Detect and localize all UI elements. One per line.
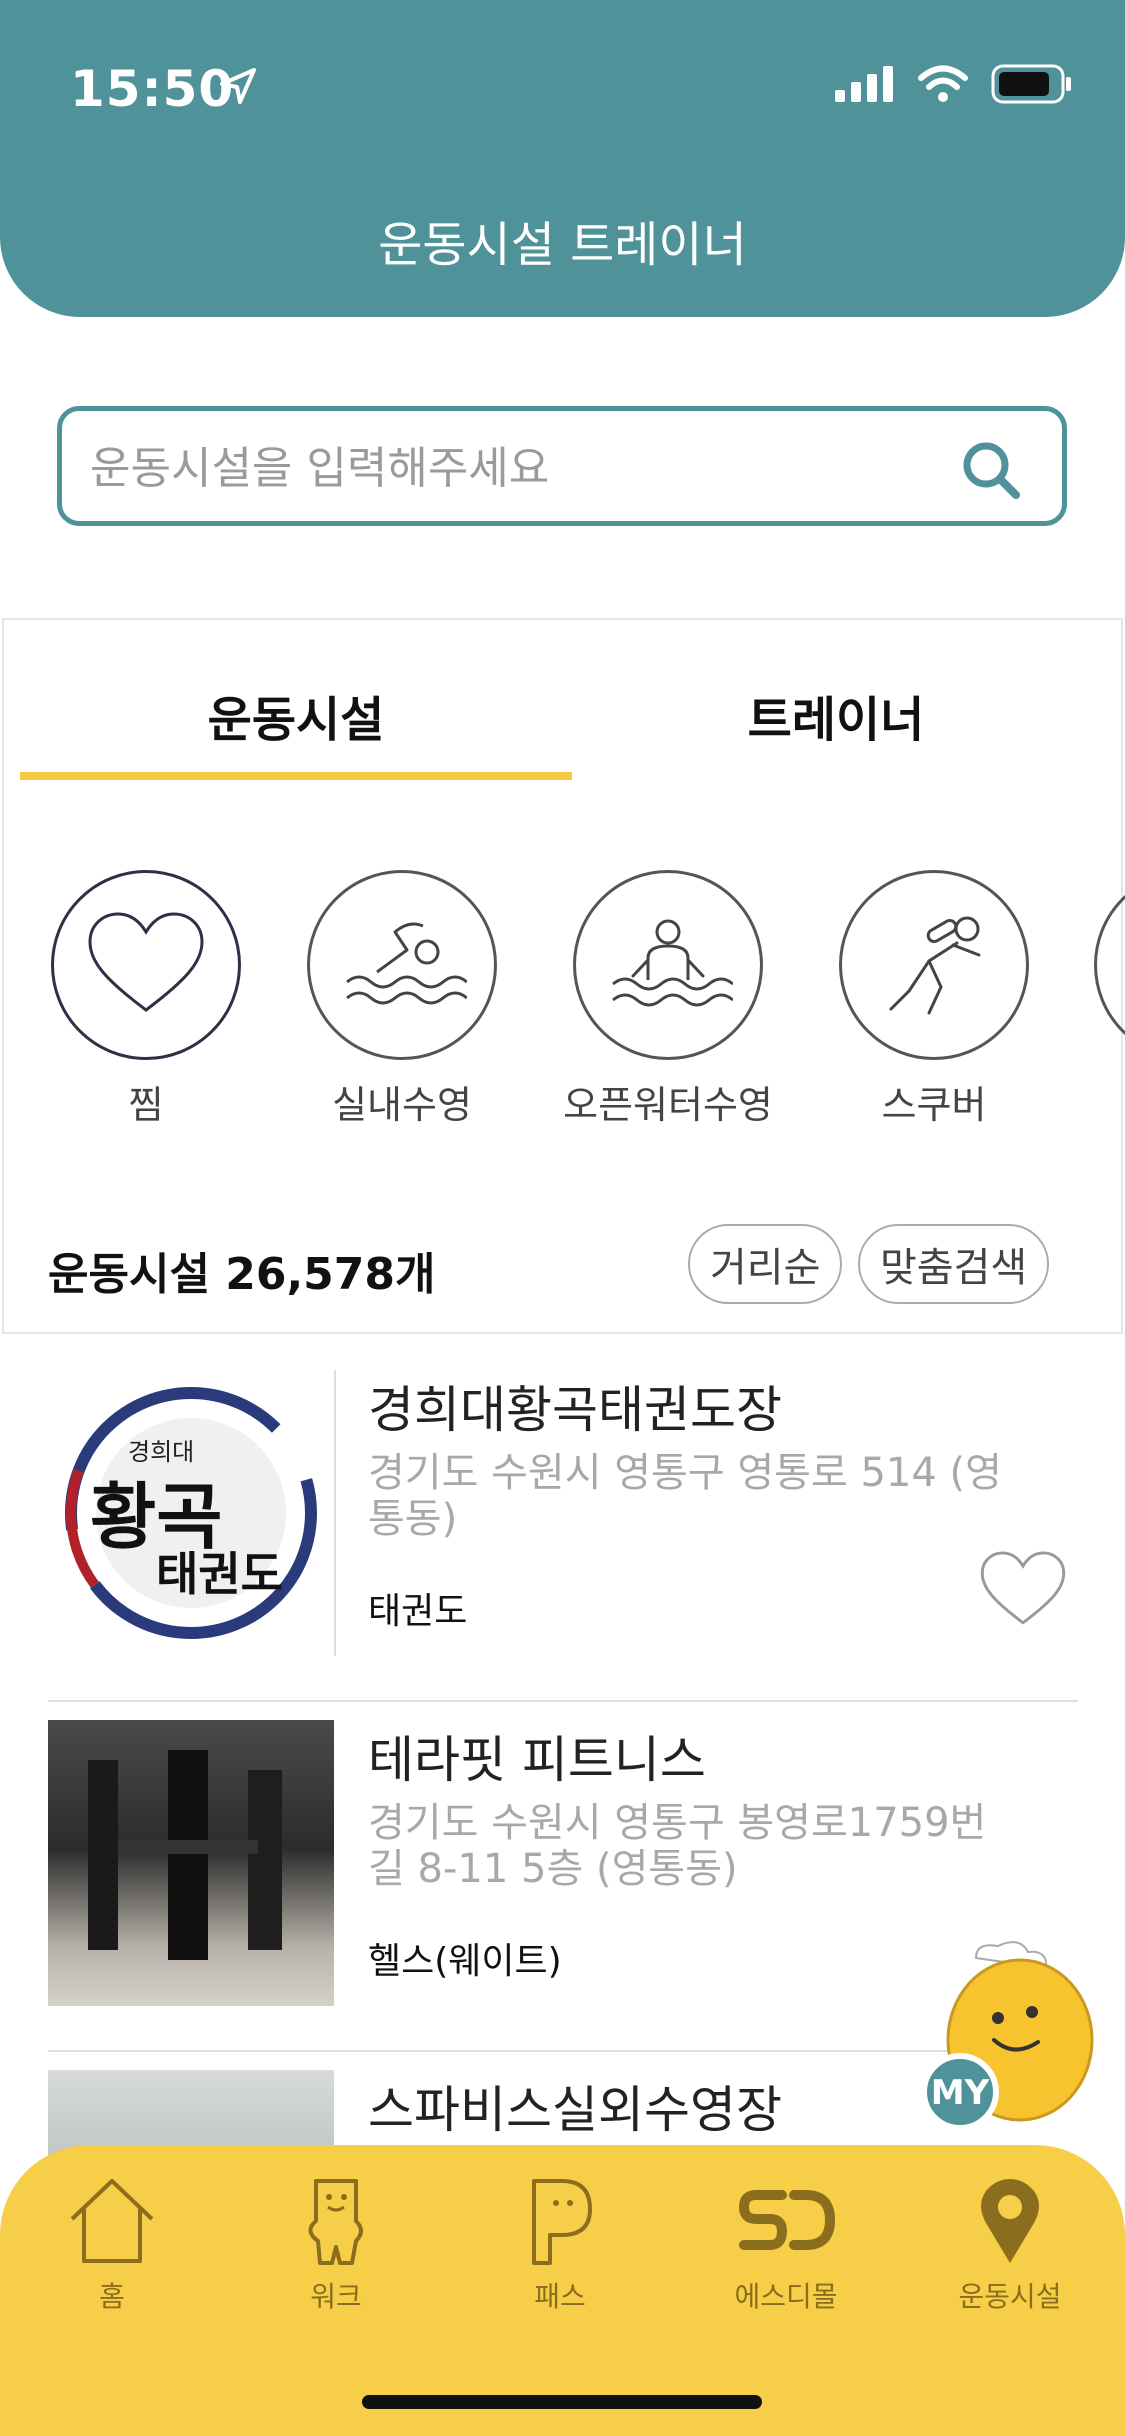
app-header: 15:50 운동시설 트레이너 [0, 0, 1125, 317]
scuba-icon [889, 916, 981, 1015]
walk-character-icon [308, 2179, 363, 2265]
facility-count: 운동시설 26,578개 [48, 1249, 436, 1300]
facility-logo-image: 경희대 황곡 태권도 [48, 1370, 336, 1656]
category-partial-next[interactable] [1094, 870, 1125, 1060]
facility-category: 태권도 [368, 1591, 468, 1632]
pass-p-icon [532, 2179, 592, 2265]
my-badge-text: MY [931, 2073, 990, 2113]
nav-facilities[interactable]: 운동시설 [920, 2175, 1100, 2315]
list-item[interactable]: 경희대 황곡 태권도 경희대황곡태권도장 경기도 수원시 영통구 영통로 514… [48, 1350, 1078, 1702]
nav-home[interactable]: 홈 [22, 2175, 202, 2315]
category-favorites[interactable]: 찜 [36, 870, 256, 1129]
home-icon [70, 2179, 154, 2263]
facility-name: 경희대황곡태권도장 [368, 1381, 782, 1439]
facility-address: 경기도 수원시 영통구 봉영로1759번길 8-11 5층 (영통동) [368, 1800, 987, 1892]
my-mascot-button[interactable]: MY [920, 1940, 1100, 2144]
swimming-icon [346, 922, 467, 1005]
nav-pass[interactable]: 패스 [470, 2175, 650, 2315]
nav-sd-mall[interactable]: 에스디몰 [696, 2175, 876, 2315]
home-indicator [362, 2395, 762, 2409]
sort-distance-button[interactable]: 거리순 [688, 1224, 843, 1304]
cellular-signal-icon [835, 66, 893, 102]
search-input[interactable] [88, 437, 952, 499]
category-open-water-swimming[interactable]: 오픈워터수영 [558, 870, 778, 1129]
custom-search-button[interactable]: 맞춤검색 [858, 1224, 1050, 1304]
facility-address: 경기도 수원시 영통구 영통로 514 (영통동) [368, 1450, 1002, 1542]
facility-category: 헬스(웨이트) [368, 1941, 562, 1982]
category-indoor-swimming[interactable]: 실내수영 [292, 870, 512, 1129]
open-water-icon [612, 919, 733, 1007]
search-icon[interactable] [960, 439, 1022, 501]
nav-walk[interactable]: 워크 [246, 2175, 426, 2315]
facility-photo [48, 1720, 334, 2006]
filter-panel: 운동시설 트레이너 찜 실내수영 오픈워터수영 스쿠버 운동시설 26,578개… [2, 618, 1125, 1334]
wifi-icon [918, 65, 968, 102]
bottom-navigation: 홈 워크 패스 에스디몰 운동시설 [0, 2145, 1125, 2436]
location-arrow-icon [220, 68, 256, 104]
tab-trainers[interactable]: 트레이너 [566, 680, 1106, 750]
location-pin-icon [981, 2179, 1039, 2263]
status-icons [835, 64, 1073, 104]
favorite-heart-icon[interactable] [978, 1550, 1068, 1630]
status-time: 15:50 [70, 60, 235, 118]
tab-facilities[interactable]: 운동시설 [26, 680, 566, 750]
active-tab-indicator [20, 772, 572, 780]
category-scuba[interactable]: 스쿠버 [824, 870, 1044, 1129]
search-box [57, 406, 1067, 526]
facility-name: 스파비스실외수영장 [368, 2081, 782, 2139]
heart-icon [88, 912, 204, 1012]
facility-name: 테라핏 피트니스 [368, 1731, 706, 1789]
page-title: 운동시설 트레이너 [378, 217, 747, 273]
battery-icon [991, 64, 1071, 104]
sd-mall-icon [738, 2190, 836, 2250]
